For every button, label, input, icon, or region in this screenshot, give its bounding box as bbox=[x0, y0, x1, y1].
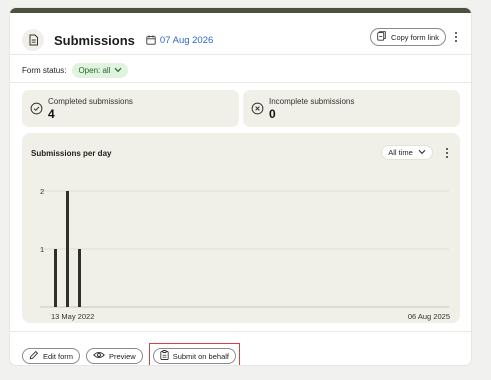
chart-bar bbox=[66, 191, 69, 307]
divider bbox=[10, 331, 471, 332]
chart-more-options-icon[interactable] bbox=[444, 147, 450, 159]
edit-form-label: Edit form bbox=[43, 351, 74, 361]
form-status-value: Open: all bbox=[78, 65, 111, 75]
divider bbox=[10, 54, 471, 55]
submissions-chart: 1 2 13 May 2022 06 Aug 2025 bbox=[40, 187, 450, 321]
submit-on-behalf-label: Submit on behalf bbox=[172, 351, 229, 361]
document-icon bbox=[22, 29, 44, 51]
x-circle-icon bbox=[251, 102, 264, 115]
header-date: 07 Aug 2026 bbox=[159, 34, 214, 46]
chart-title: Submissions per day bbox=[31, 149, 112, 158]
eye-icon bbox=[93, 351, 105, 361]
incomplete-submissions-label: Incomplete submissions bbox=[269, 96, 355, 106]
x-tick-label-end: 06 Aug 2025 bbox=[408, 312, 450, 321]
incomplete-submissions-value: 0 bbox=[269, 106, 276, 121]
accent-bar bbox=[10, 8, 471, 13]
action-bar: Edit form Preview Submit on behalf bbox=[22, 343, 240, 365]
completed-submissions-value: 4 bbox=[48, 106, 55, 121]
copy-form-link-label: Copy form link bbox=[391, 32, 439, 42]
preview-button[interactable]: Preview bbox=[86, 348, 143, 364]
check-circle-icon bbox=[30, 102, 43, 115]
edit-form-button[interactable]: Edit form bbox=[22, 348, 81, 364]
chart-panel: 1 2 13 May 2022 06 Aug 2025 Submissions per… bbox=[22, 133, 460, 323]
submit-on-behalf-button[interactable]: Submit on behalf bbox=[152, 348, 236, 364]
divider bbox=[10, 82, 471, 83]
page-title: Submissions bbox=[54, 32, 135, 48]
completed-submissions-stat: Completed submissions 4 bbox=[22, 90, 239, 127]
clipboard-icon bbox=[160, 350, 169, 362]
chevron-down-icon bbox=[418, 148, 426, 157]
pencil-icon bbox=[29, 350, 39, 362]
chart-bar bbox=[54, 249, 57, 307]
submissions-card: Submissions 07 Aug 2026 Copy form link F… bbox=[10, 8, 471, 365]
more-options-icon[interactable] bbox=[452, 28, 460, 46]
chevron-down-icon bbox=[114, 66, 122, 75]
y-tick-label: 1 bbox=[40, 245, 44, 254]
card-header: Submissions 07 Aug 2026 Copy form link bbox=[22, 23, 460, 57]
chart-bar bbox=[78, 249, 81, 307]
incomplete-submissions-stat: Incomplete submissions 0 bbox=[243, 90, 460, 127]
y-tick-label: 2 bbox=[40, 187, 44, 196]
copy-link-icon bbox=[377, 31, 386, 43]
form-status-label: Form status: bbox=[22, 65, 67, 75]
form-status-row: Form status: Open: all bbox=[22, 62, 129, 78]
submit-on-behalf-highlight: Submit on behalf bbox=[148, 343, 240, 365]
completed-submissions-label: Completed submissions bbox=[48, 96, 133, 106]
x-tick-label-start: 13 May 2022 bbox=[51, 312, 94, 321]
preview-label: Preview bbox=[109, 351, 136, 361]
time-range-dropdown[interactable]: All time bbox=[381, 145, 433, 160]
calendar-icon bbox=[146, 35, 156, 45]
copy-form-link-button[interactable]: Copy form link bbox=[370, 28, 446, 46]
time-range-label: All time bbox=[388, 148, 413, 157]
form-status-dropdown[interactable]: Open: all bbox=[72, 62, 129, 78]
